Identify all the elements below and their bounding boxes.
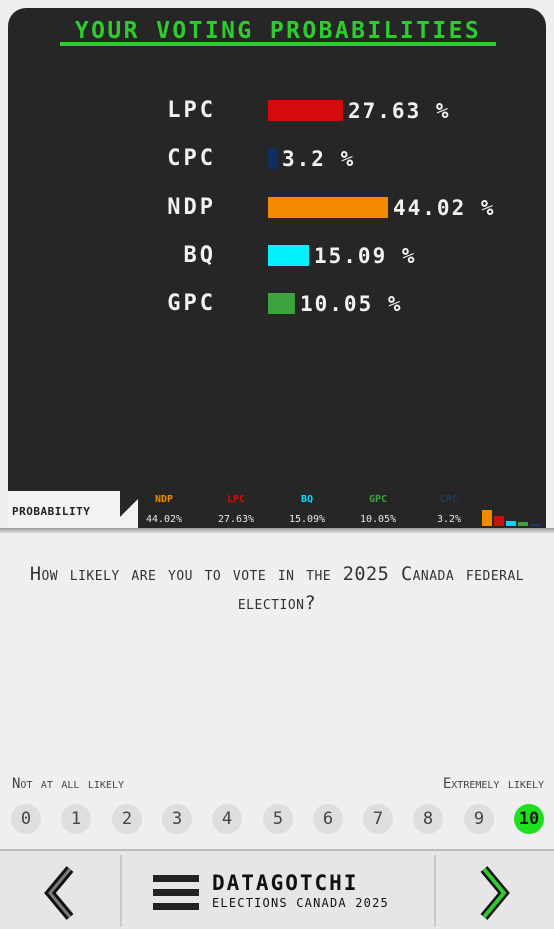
scale-option-3[interactable]: 3 bbox=[162, 804, 192, 834]
strip-value: 10.05% bbox=[359, 514, 397, 525]
brand: DATAGOTCHI ELECTIONS CANADA 2025 bbox=[212, 871, 389, 911]
likelihood-scale: 0 1 2 3 4 5 6 7 8 9 10 bbox=[11, 804, 545, 834]
scale-option-6[interactable]: 6 bbox=[313, 804, 343, 834]
footer-bar: DATAGOTCHI ELECTIONS CANADA 2025 bbox=[0, 849, 554, 929]
strip-item: CPC 3.2% bbox=[419, 493, 479, 527]
scale-option-9[interactable]: 9 bbox=[464, 804, 494, 834]
scale-option-10[interactable]: 10 bbox=[514, 804, 544, 834]
scale-high-label: Extremely likely bbox=[442, 776, 544, 792]
mini-bar bbox=[518, 522, 528, 526]
scale-option-1[interactable]: 1 bbox=[61, 804, 91, 834]
strip-item: NDP 44.02% bbox=[134, 493, 194, 527]
probability-row: CPC 3.2 % bbox=[8, 146, 546, 172]
strip-party: LPC bbox=[226, 494, 246, 505]
scale-low-label: Not at all likely bbox=[12, 776, 124, 792]
strip-item: LPC 27.63% bbox=[206, 493, 266, 527]
party-label: CPC bbox=[167, 146, 216, 171]
strip-value: 3.2% bbox=[436, 514, 462, 525]
probability-value: 44.02 % bbox=[393, 196, 496, 220]
strip-party: CPC bbox=[439, 494, 459, 505]
mini-bar bbox=[482, 510, 492, 526]
probability-row: GPC 10.05 % bbox=[8, 291, 546, 317]
probability-bar bbox=[268, 245, 309, 266]
probability-bar bbox=[268, 197, 388, 218]
probability-bar bbox=[268, 100, 343, 121]
brand-title: DATAGOTCHI bbox=[212, 871, 359, 895]
footer-divider bbox=[120, 855, 122, 927]
footer-divider bbox=[434, 855, 436, 927]
probabilities-panel: YOUR VOTING PROBABILITIES LPC 27.63 % CPC 3… bbox=[8, 8, 546, 530]
party-label: LPC bbox=[167, 98, 216, 123]
mini-bar bbox=[494, 516, 504, 526]
probability-tab[interactable]: PROBABILITY bbox=[8, 491, 120, 530]
strip-value: 15.09% bbox=[288, 514, 326, 525]
strip-value: 44.02% bbox=[145, 514, 183, 525]
strip-item: BQ 15.09% bbox=[277, 493, 337, 527]
probability-value: 27.63 % bbox=[348, 99, 451, 123]
scale-option-5[interactable]: 5 bbox=[263, 804, 293, 834]
scale-option-2[interactable]: 2 bbox=[112, 804, 142, 834]
strip-value: 27.63% bbox=[217, 514, 255, 525]
chevron-left-icon[interactable] bbox=[30, 863, 90, 923]
probability-value: 3.2 % bbox=[282, 147, 356, 171]
probability-bar bbox=[268, 148, 277, 169]
probability-bar bbox=[268, 293, 295, 314]
mini-bar-chart bbox=[482, 506, 540, 526]
scale-option-0[interactable]: 0 bbox=[11, 804, 41, 834]
scale-option-7[interactable]: 7 bbox=[363, 804, 393, 834]
mini-bar bbox=[530, 524, 540, 526]
mini-bar bbox=[506, 521, 516, 526]
question-text: How likely are you to vote in the 2025 C… bbox=[29, 564, 525, 614]
panel-shadow bbox=[0, 528, 554, 534]
scale-option-4[interactable]: 4 bbox=[212, 804, 242, 834]
hamburger-menu-icon[interactable] bbox=[153, 875, 199, 911]
panel-title: YOUR VOTING PROBABILITIES bbox=[60, 20, 496, 46]
strip-party: GPC bbox=[368, 494, 388, 505]
strip-item: GPC 10.05% bbox=[348, 493, 408, 527]
party-label: BQ bbox=[183, 243, 216, 268]
party-label: NDP bbox=[167, 195, 216, 220]
probability-row: BQ 15.09 % bbox=[8, 243, 546, 269]
probability-value: 15.09 % bbox=[314, 244, 417, 268]
probability-row: LPC 27.63 % bbox=[8, 98, 546, 124]
scale-option-8[interactable]: 8 bbox=[413, 804, 443, 834]
party-label: GPC bbox=[167, 291, 216, 316]
chevron-right-icon[interactable] bbox=[466, 863, 526, 923]
brand-subtitle: ELECTIONS CANADA 2025 bbox=[212, 896, 389, 910]
probability-value: 10.05 % bbox=[300, 292, 403, 316]
probability-row: NDP 44.02 % bbox=[8, 195, 546, 221]
strip-party: BQ bbox=[300, 494, 314, 505]
strip-party: NDP bbox=[154, 494, 174, 505]
